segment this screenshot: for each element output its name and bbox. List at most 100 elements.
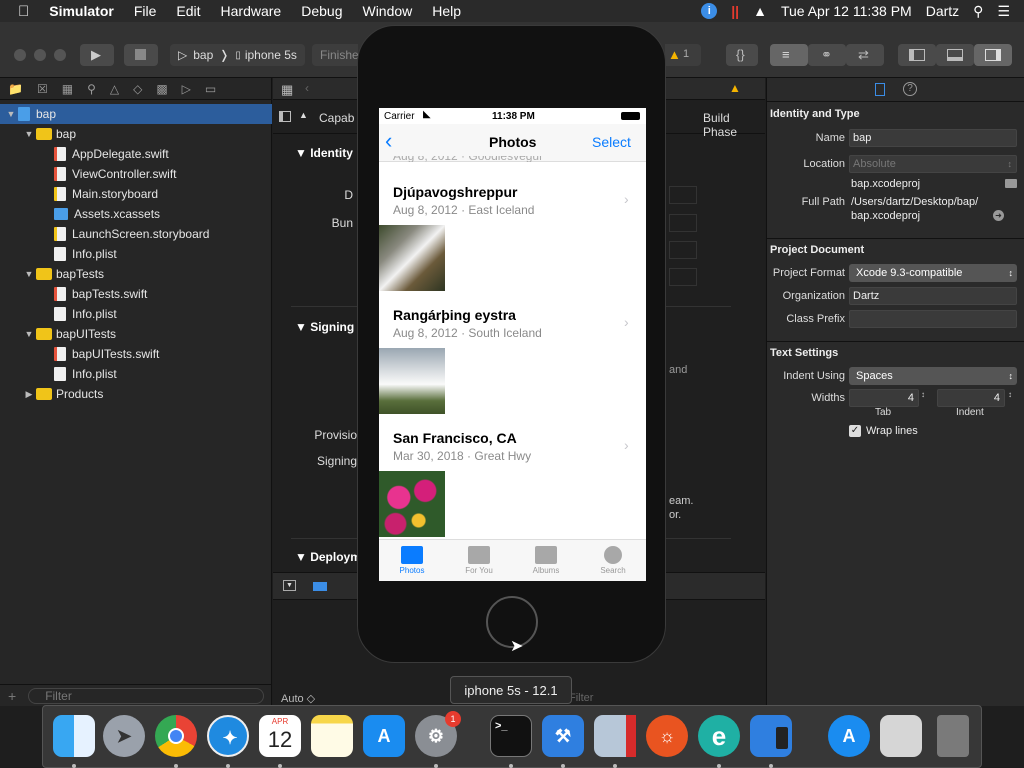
identity-field[interactable] bbox=[669, 214, 697, 232]
breakpoint-tab-icon[interactable]: ▷ bbox=[182, 82, 191, 96]
bottom-filter-input[interactable]: Filter bbox=[569, 692, 593, 704]
toggle-inspector-button[interactable] bbox=[974, 44, 1012, 66]
nav-item[interactable]: Main.storyboard bbox=[0, 184, 272, 204]
wrap-lines-checkbox[interactable]: ✓ bbox=[849, 425, 861, 437]
pause-recording-icon[interactable]: || bbox=[731, 3, 739, 19]
minimize-window-button[interactable] bbox=[34, 49, 46, 61]
close-window-button[interactable] bbox=[14, 49, 26, 61]
identity-section-toggle[interactable]: ▼ Identity bbox=[295, 146, 353, 160]
identity-field[interactable] bbox=[669, 186, 697, 204]
app-store-icon[interactable]: A bbox=[363, 715, 405, 757]
organization-field[interactable]: Dartz bbox=[849, 287, 1017, 305]
spotlight-search-icon[interactable]: ⚲ bbox=[973, 3, 983, 20]
disk-utility-icon[interactable] bbox=[880, 715, 922, 757]
hide-debug-icon[interactable]: ▼ bbox=[283, 580, 296, 591]
album-row[interactable]: Rangárþing eystra Aug 8, 2012 · South Ic… bbox=[379, 301, 646, 418]
menu-edit[interactable]: Edit bbox=[176, 3, 200, 19]
nav-item[interactable]: ViewController.swift bbox=[0, 164, 272, 184]
run-button[interactable]: ▶ bbox=[80, 44, 114, 66]
disclosure-open-icon[interactable]: ▼ bbox=[4, 109, 18, 119]
disclosure-open-icon[interactable]: ▼ bbox=[22, 329, 36, 339]
menu-file[interactable]: File bbox=[134, 3, 157, 19]
symbol-tab-icon[interactable]: ▦ bbox=[62, 82, 73, 96]
menu-app-name[interactable]: Simulator bbox=[49, 3, 114, 19]
nav-item[interactable]: Info.plist bbox=[0, 364, 272, 384]
name-field[interactable]: bap bbox=[849, 129, 1017, 147]
simulator-icon[interactable] bbox=[750, 715, 792, 757]
select-button[interactable]: Select bbox=[592, 134, 631, 150]
app-store-2-icon[interactable]: A bbox=[828, 715, 870, 757]
file-inspector-icon[interactable] bbox=[875, 83, 885, 96]
filter-input[interactable]: Filter bbox=[28, 687, 264, 704]
tab-build-phases[interactable]: Build Phase bbox=[703, 111, 765, 139]
menu-user[interactable]: Dartz bbox=[926, 3, 959, 19]
folder-tab-icon[interactable]: 📁 bbox=[8, 82, 23, 96]
ubuntu-icon[interactable]: ☼ bbox=[646, 715, 688, 757]
nav-item[interactable]: Info.plist bbox=[0, 304, 272, 324]
chrome-icon[interactable] bbox=[155, 715, 197, 757]
disclosure-open-icon[interactable]: ▼ bbox=[22, 129, 36, 139]
zoom-window-button[interactable] bbox=[54, 49, 66, 61]
location-popup[interactable]: Absolute ↕ bbox=[849, 155, 1017, 173]
waterfall-thumbnail[interactable] bbox=[379, 348, 445, 414]
nav-item[interactable]: ▼ bapTests bbox=[0, 264, 272, 284]
reveal-arrow-icon[interactable]: ➜ bbox=[993, 210, 1004, 221]
xcode-icon[interactable]: ⚒ bbox=[542, 715, 584, 757]
scheme-selector[interactable]: ▷ bap ❭ ▯ iphone 5s bbox=[170, 44, 305, 66]
tab-albums[interactable]: Albums bbox=[513, 540, 579, 581]
waterfall-thumbnail[interactable] bbox=[379, 225, 445, 291]
notes-icon[interactable] bbox=[311, 715, 353, 757]
eject-icon[interactable]: ▲ bbox=[753, 3, 767, 19]
library-button[interactable]: {} bbox=[726, 44, 758, 66]
notification-center-icon[interactable]: ☰ bbox=[997, 3, 1010, 20]
back-icon[interactable]: ‹ bbox=[305, 81, 309, 95]
menu-hardware[interactable]: Hardware bbox=[221, 3, 282, 19]
nav-item[interactable]: AppDelegate.swift bbox=[0, 144, 272, 164]
class-prefix-field[interactable] bbox=[849, 310, 1017, 328]
target-selector-icon[interactable]: ▲ bbox=[299, 110, 308, 120]
nav-item[interactable]: ▼ bap bbox=[0, 104, 272, 124]
info-icon[interactable]: i bbox=[701, 3, 718, 19]
add-icon[interactable]: + bbox=[8, 688, 16, 704]
nav-item[interactable]: bapUITests.swift bbox=[0, 344, 272, 364]
help-inspector-icon[interactable]: ? bbox=[903, 82, 917, 96]
tab-capabilities[interactable]: Capab bbox=[319, 111, 354, 125]
signing-section-toggle[interactable]: ▼ Signing bbox=[295, 320, 354, 334]
sidebar-toggle-icon[interactable] bbox=[279, 111, 291, 122]
grid-icon[interactable]: ▦ bbox=[281, 82, 293, 98]
breakpoint-icon[interactable] bbox=[313, 582, 327, 591]
folder-reveal-icon[interactable] bbox=[1005, 179, 1017, 188]
menu-window[interactable]: Window bbox=[362, 3, 412, 19]
tab-width-stepper[interactable]: ↕ bbox=[921, 390, 925, 399]
tab-photos[interactable]: Photos bbox=[379, 540, 445, 581]
nav-item[interactable]: bapTests.swift bbox=[0, 284, 272, 304]
indent-width-stepper[interactable]: ↕ bbox=[1008, 390, 1012, 399]
standard-editor-button[interactable]: ≡ bbox=[770, 44, 808, 66]
test-tab-icon[interactable]: ◇ bbox=[133, 82, 142, 96]
menu-debug[interactable]: Debug bbox=[301, 3, 342, 19]
album-row[interactable]: San Francisco, CA Mar 30, 2018 · Great H… bbox=[379, 424, 646, 541]
calendar-icon[interactable]: APR 12 bbox=[259, 715, 301, 757]
version-editor-button[interactable]: ⇄ bbox=[846, 44, 884, 66]
back-chevron-icon[interactable]: ‹ bbox=[385, 128, 392, 154]
indent-using-popup[interactable]: Spaces ↕ bbox=[849, 367, 1017, 385]
source-control-tab-icon[interactable]: ☒ bbox=[37, 82, 48, 96]
trash-icon[interactable] bbox=[937, 715, 969, 757]
menu-help[interactable]: Help bbox=[432, 3, 461, 19]
album-row[interactable]: Djúpavogshreppur Aug 8, 2012 · East Icel… bbox=[379, 178, 646, 295]
toggle-navigator-button[interactable] bbox=[898, 44, 936, 66]
project-format-popup[interactable]: Xcode 9.3-compatible ↕ bbox=[849, 264, 1017, 282]
launchpad-icon[interactable]: ➤ bbox=[103, 715, 145, 757]
auto-selector[interactable]: Auto ◇ bbox=[281, 692, 315, 705]
toggle-debug-area-button[interactable] bbox=[936, 44, 974, 66]
menu-datetime[interactable]: Tue Apr 12 11:38 PM bbox=[781, 3, 912, 19]
apple-menu-icon[interactable]:  bbox=[18, 3, 29, 20]
assistant-editor-button[interactable]: ⚭ bbox=[808, 44, 846, 66]
indent-width-field[interactable]: 4 bbox=[937, 389, 1005, 407]
warning-indicator[interactable]: ▲ 1 bbox=[665, 44, 701, 66]
stop-button[interactable] bbox=[124, 44, 158, 66]
finder-icon[interactable] bbox=[53, 715, 95, 757]
remote-desktop-icon[interactable] bbox=[594, 715, 636, 757]
eset-icon[interactable]: e bbox=[698, 715, 740, 757]
disclosure-closed-icon[interactable]: ▶ bbox=[22, 389, 36, 400]
